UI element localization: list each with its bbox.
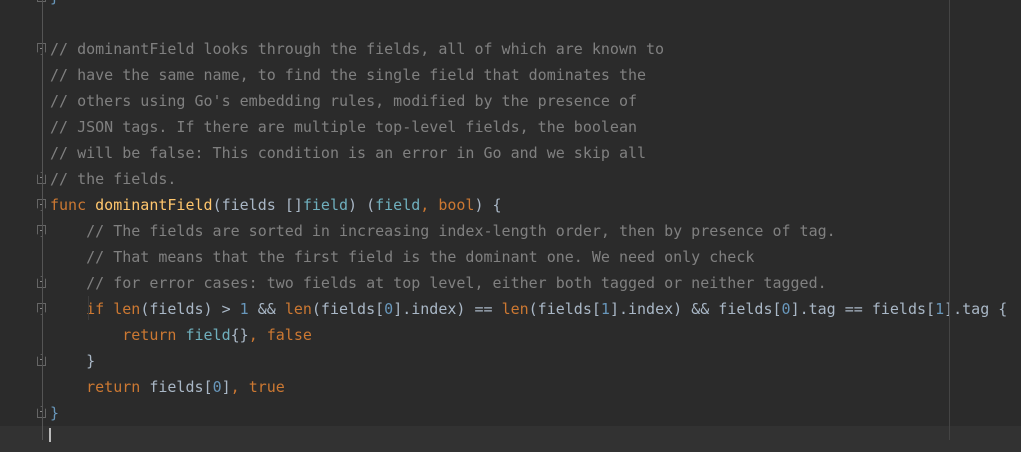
- code-text: return fields[0], true: [50, 374, 285, 400]
- code-line[interactable]: }: [0, 348, 1021, 374]
- code-token: ,: [248, 326, 267, 344]
- gutter-divider: [42, 0, 43, 440]
- code-line[interactable]: [0, 426, 1021, 452]
- code-token: field: [375, 196, 421, 214]
- code-line[interactable]: // will be false: This condition is an e…: [0, 140, 1021, 166]
- code-token: len: [113, 300, 141, 318]
- code-token: if: [50, 300, 114, 318]
- code-token: }: [50, 352, 96, 370]
- code-line[interactable]: // have the same name, to find the singl…: [0, 62, 1021, 88]
- code-line[interactable]: // That means that the first field is th…: [0, 244, 1021, 270]
- code-token: &&: [248, 300, 285, 318]
- code-token: return: [50, 378, 150, 396]
- code-line[interactable]: }: [0, 0, 1021, 10]
- code-token: // That means that the first field is th…: [50, 248, 755, 266]
- code-token: 0: [384, 300, 394, 318]
- code-line[interactable]: if len(fields) > 1 && len(fields[0].inde…: [0, 296, 1021, 322]
- code-text: }: [50, 400, 59, 426]
- code-line[interactable]: // JSON tags. If there are multiple top-…: [0, 114, 1021, 140]
- code-token: 1: [600, 300, 610, 318]
- code-token: bool: [438, 196, 475, 214]
- code-token: ) (: [348, 196, 376, 214]
- code-token: 1: [935, 300, 945, 318]
- code-token: // the fields.: [50, 170, 177, 188]
- code-token: // The fields are sorted in increasing i…: [50, 222, 836, 240]
- code-text: // will be false: This condition is an e…: [50, 140, 646, 166]
- code-text: // That means that the first field is th…: [50, 244, 754, 270]
- code-text: if len(fields) > 1 && len(fields[0].inde…: [50, 296, 1007, 322]
- code-text: // dominantField looks through the field…: [50, 36, 664, 62]
- code-token: len: [284, 300, 312, 318]
- code-token: field: [185, 326, 231, 344]
- code-text: // others using Go's embedding rules, mo…: [50, 88, 637, 114]
- code-line[interactable]: // The fields are sorted in increasing i…: [0, 218, 1021, 244]
- code-line[interactable]: // the fields.: [0, 166, 1021, 192]
- code-line[interactable]: // for error cases: two fields at top le…: [0, 270, 1021, 296]
- indent-guide: [88, 296, 89, 320]
- code-line[interactable]: [0, 10, 1021, 36]
- code-text: // the fields.: [50, 166, 176, 192]
- code-token: // have the same name, to find the singl…: [50, 66, 647, 84]
- code-line[interactable]: func dominantField(fields []field) (fiel…: [0, 192, 1021, 218]
- code-token: ) {: [474, 196, 502, 214]
- code-token: len: [501, 300, 529, 318]
- code-token: ].index) && fields[: [609, 300, 782, 318]
- code-line[interactable]: return fields[0], true: [0, 374, 1021, 400]
- code-token: }: [50, 404, 60, 422]
- code-token: 0: [781, 300, 791, 318]
- code-line[interactable]: // others using Go's embedding rules, mo…: [0, 88, 1021, 114]
- code-text: }: [50, 348, 95, 374]
- code-token: (fields) >: [140, 300, 240, 318]
- code-text: return field{}, false: [50, 322, 312, 348]
- code-token: (fields[: [528, 300, 601, 318]
- code-token: true: [248, 378, 285, 396]
- code-text: }: [50, 0, 59, 10]
- code-token: func: [50, 196, 96, 214]
- code-token: {}: [230, 326, 249, 344]
- code-line[interactable]: // dominantField looks through the field…: [0, 36, 1021, 62]
- code-text: // JSON tags. If there are multiple top-…: [50, 114, 637, 140]
- code-token: ,: [230, 378, 249, 396]
- code-token: return: [50, 326, 186, 344]
- code-token: dominantField: [95, 196, 213, 214]
- code-token: 0: [212, 378, 222, 396]
- code-token: // will be false: This condition is an e…: [50, 144, 647, 162]
- code-token: ].tag {: [944, 300, 1008, 318]
- code-text: // for error cases: two fields at top le…: [50, 270, 827, 296]
- code-token: []: [284, 196, 303, 214]
- code-token: // others using Go's embedding rules, mo…: [50, 92, 637, 110]
- code-token: ].tag == fields[: [790, 300, 936, 318]
- code-token: (fields[: [311, 300, 385, 318]
- code-token: // JSON tags. If there are multiple top-…: [50, 118, 637, 136]
- code-token: ]: [221, 378, 231, 396]
- code-token: field: [302, 196, 349, 214]
- code-token: fields[: [149, 378, 213, 396]
- code-lines[interactable]: } // dominantField looks through the fiel…: [0, 0, 1021, 452]
- right-margin-guide: [949, 0, 950, 440]
- code-token: // for error cases: two fields at top le…: [50, 274, 827, 292]
- code-token: (fields: [212, 196, 285, 214]
- code-token: ].index) ==: [393, 300, 502, 318]
- code-text: // have the same name, to find the singl…: [50, 62, 646, 88]
- code-line[interactable]: return field{}, false: [0, 322, 1021, 348]
- code-editor[interactable]: } // dominantField looks through the fiel…: [0, 0, 1021, 452]
- code-text: func dominantField(fields []field) (fiel…: [50, 192, 502, 218]
- code-token: 1: [239, 300, 249, 318]
- code-token: false: [266, 326, 312, 344]
- code-token: // dominantField looks through the field…: [50, 40, 665, 58]
- code-token: }: [50, 0, 59, 6]
- code-line[interactable]: }: [0, 400, 1021, 426]
- code-text: // The fields are sorted in increasing i…: [50, 218, 836, 244]
- code-token: ,: [420, 196, 439, 214]
